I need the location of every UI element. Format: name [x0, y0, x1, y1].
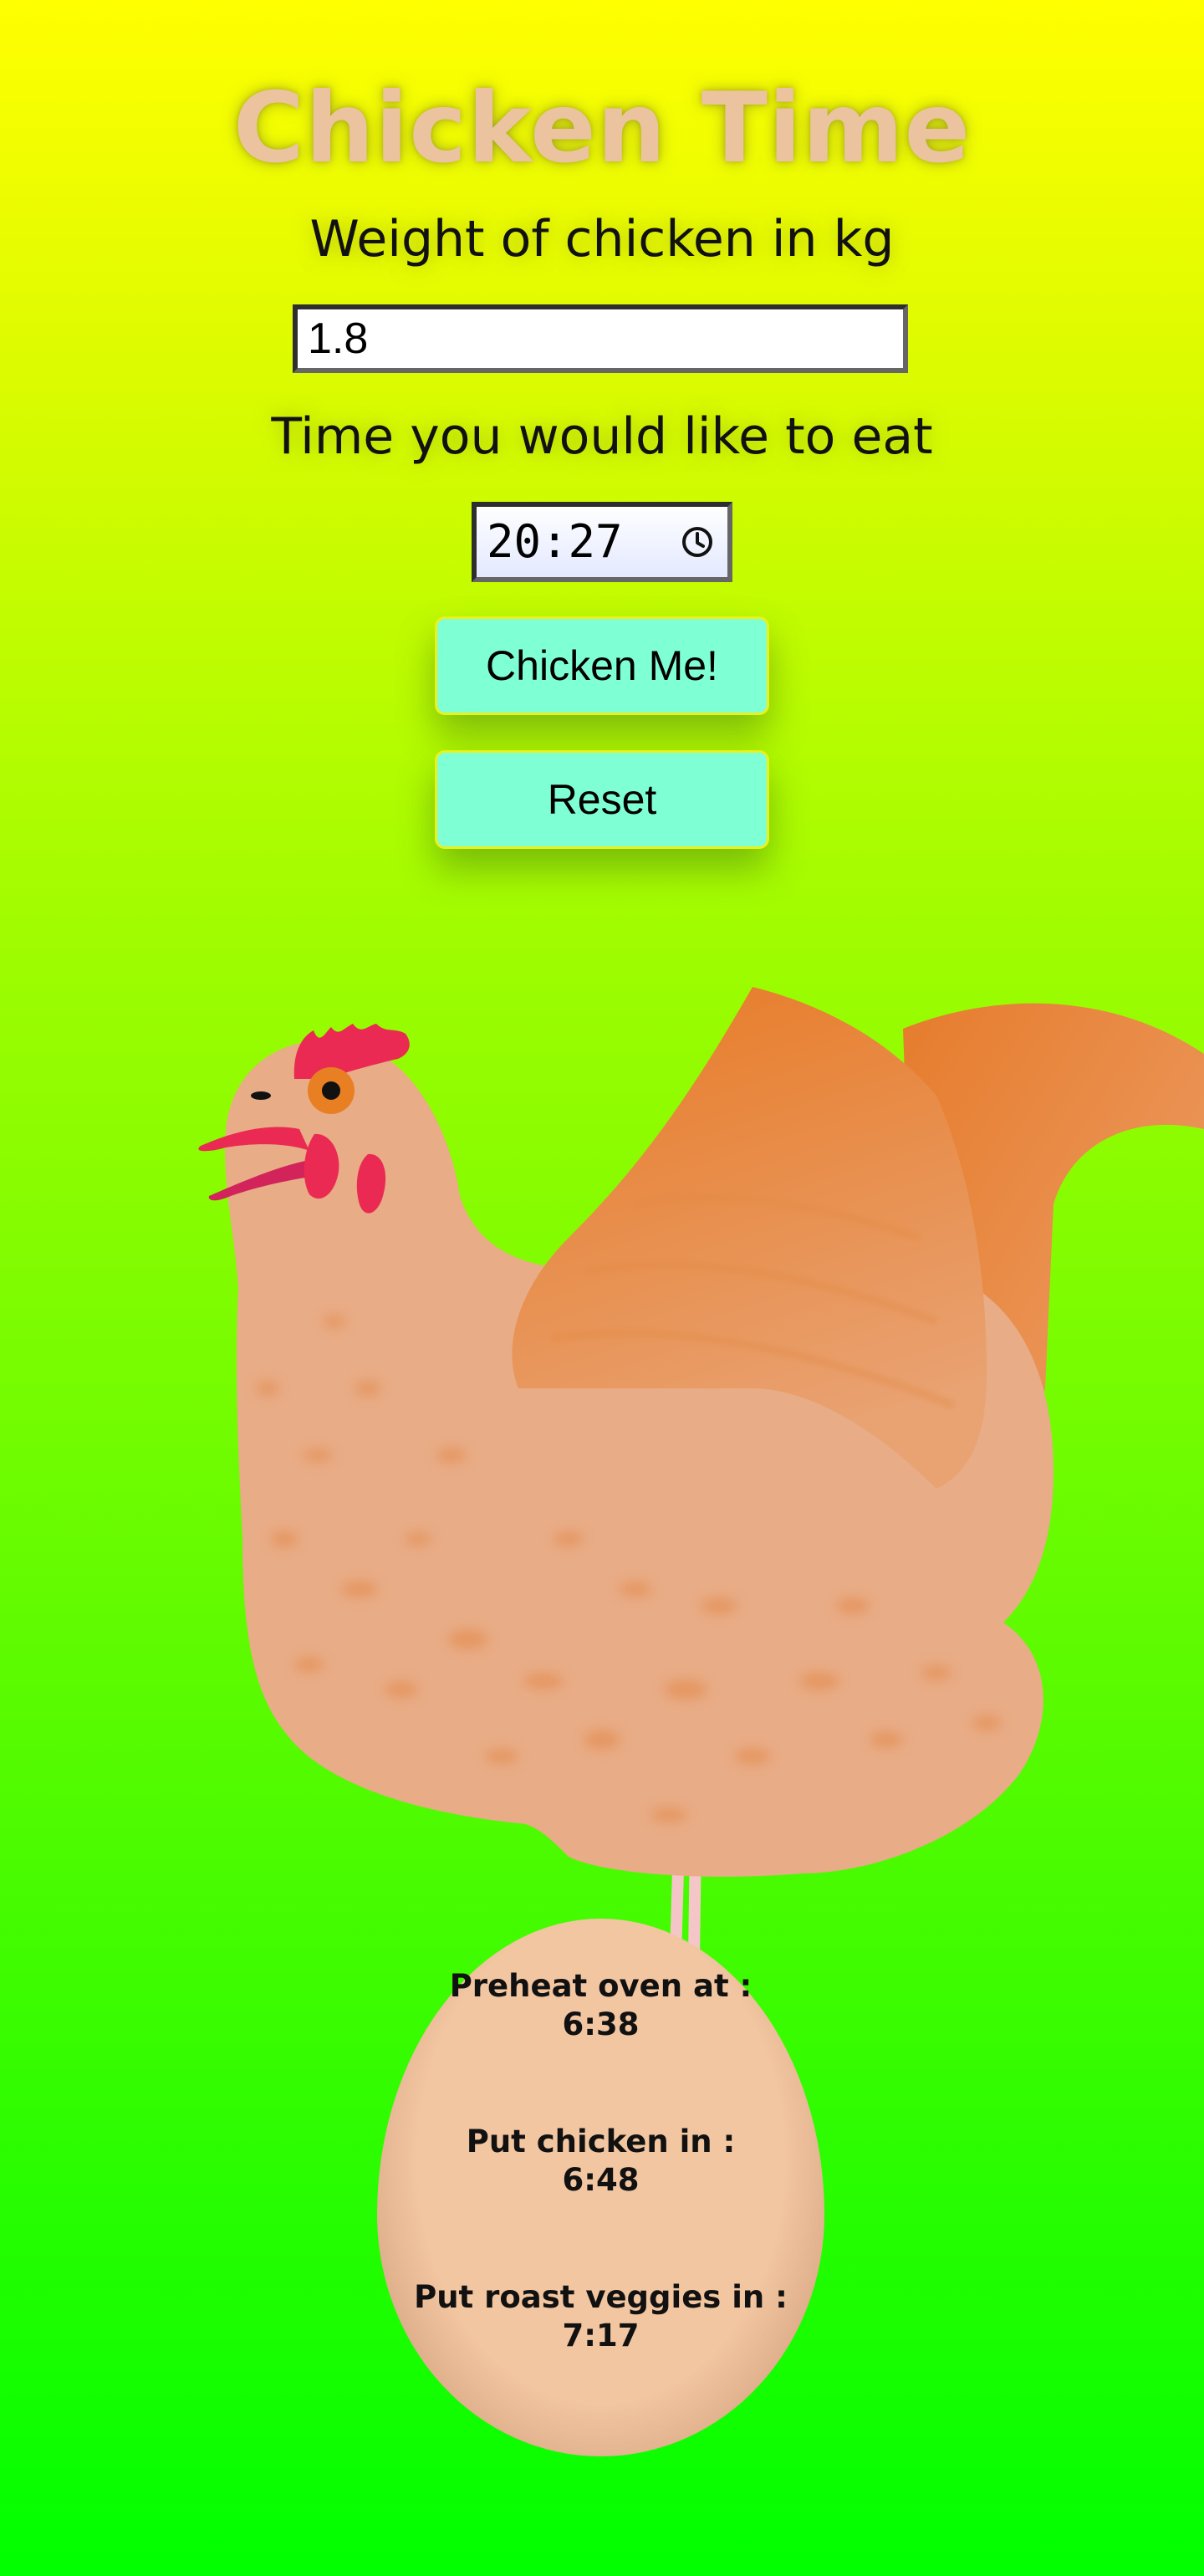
- veggies-time: 7:17: [562, 2318, 640, 2354]
- chicken-in-time: 6:48: [562, 2162, 640, 2198]
- preheat-label: Preheat oven at :: [449, 1968, 752, 2004]
- results-egg: Preheat oven at : 6:38 Put chicken in : …: [377, 1919, 824, 2456]
- clock-icon[interactable]: [681, 525, 714, 559]
- chicken-me-button[interactable]: Chicken Me!: [435, 616, 769, 715]
- reset-button[interactable]: Reset: [435, 750, 769, 849]
- time-label: Time you would like to eat: [271, 407, 933, 466]
- chicken-in-label: Put chicken in :: [466, 2124, 736, 2159]
- weight-input[interactable]: 1.8: [293, 304, 908, 373]
- chicken-illustration: [198, 987, 1204, 1957]
- weight-label: Weight of chicken in kg: [309, 210, 895, 268]
- veggies-label: Put roast veggies in :: [414, 2279, 788, 2315]
- preheat-time: 6:38: [562, 2006, 640, 2042]
- page-title: Chicken Time: [232, 72, 972, 185]
- time-input[interactable]: 20:27: [472, 502, 732, 582]
- time-input-value: 20:27: [487, 515, 623, 568]
